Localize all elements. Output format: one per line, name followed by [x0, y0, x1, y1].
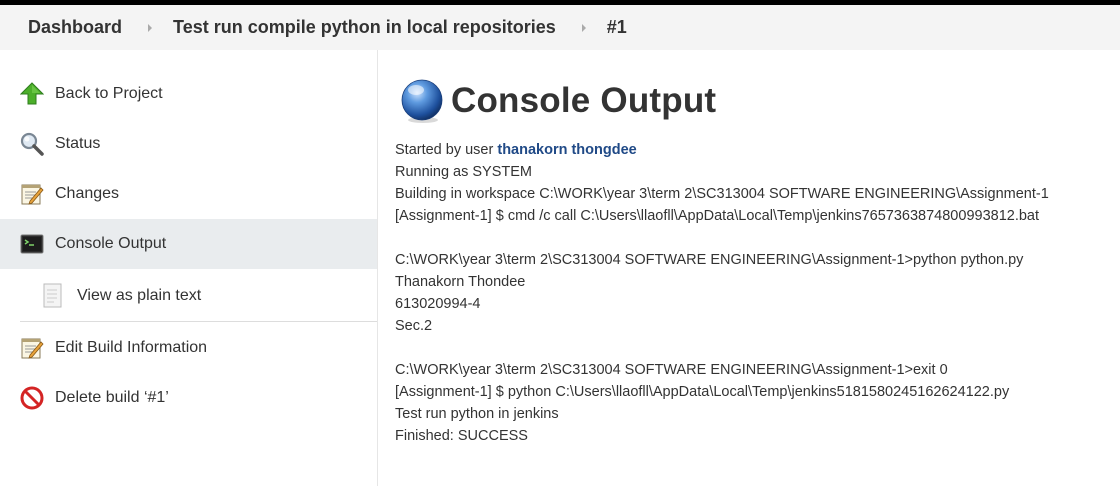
sidebar-item-back-to-project[interactable]: Back to Project — [0, 69, 377, 119]
main-content: Console Output Started by user thanakorn… — [379, 50, 1120, 486]
sidebar: Back to Project Status Changes Console O… — [0, 50, 378, 486]
sidebar-item-label: View as plain text — [77, 287, 202, 304]
breadcrumb: Dashboard Test run compile python in loc… — [0, 5, 1120, 50]
blue-ball-icon — [401, 79, 443, 123]
document-icon — [42, 283, 64, 308]
console-line: Test run python in jenkins — [395, 406, 559, 422]
console-line: Finished: SUCCESS — [395, 428, 528, 444]
sidebar-item-label: Delete build ‘#1’ — [55, 389, 169, 406]
console-line: C:\WORK\year 3\term 2\SC313004 SOFTWARE … — [395, 252, 1024, 268]
sidebar-divider — [20, 321, 377, 322]
breadcrumb-dashboard[interactable]: Dashboard — [28, 17, 122, 38]
console-line: 613020994-4 — [395, 296, 481, 312]
sidebar-item-changes[interactable]: Changes — [0, 169, 377, 219]
breadcrumb-chevron-icon[interactable] — [581, 23, 586, 32]
sidebar-item-label: Back to Project — [55, 85, 163, 102]
sidebar-item-label: Status — [55, 135, 101, 152]
console-line: [Assignment-1] $ cmd /c call C:\Users\ll… — [395, 208, 1040, 224]
sidebar-item-label: Console Output — [55, 235, 167, 252]
console-line: Running as SYSTEM — [395, 164, 533, 180]
console-line: Building in workspace C:\WORK\year 3\ter… — [395, 186, 1049, 202]
breadcrumb-build[interactable]: #1 — [607, 17, 627, 38]
breadcrumb-chevron-icon[interactable] — [148, 23, 153, 32]
sidebar-item-delete-build[interactable]: Delete build ‘#1’ — [0, 373, 377, 423]
sidebar-item-status[interactable]: Status — [0, 119, 377, 169]
started-by-text: Started by user — [395, 142, 498, 158]
console-line: Sec.2 — [395, 318, 433, 334]
console-output: Started by user thanakorn thongdee Runni… — [395, 139, 1115, 447]
sidebar-item-label: Edit Build Information — [55, 339, 208, 356]
console-line: [Assignment-1] $ python C:\Users\llaofll… — [395, 384, 1010, 400]
notepad-icon — [20, 182, 44, 206]
page-header: Console Output — [399, 78, 716, 124]
sidebar-item-edit-build-information[interactable]: Edit Build Information — [0, 323, 377, 373]
sidebar-item-label: Changes — [55, 185, 120, 202]
user-link[interactable]: thanakorn thongdee — [497, 142, 636, 158]
up-arrow-icon — [20, 82, 44, 106]
magnifier-icon — [20, 132, 44, 156]
console-line: Started by user thanakorn thongdee — [395, 139, 1115, 161]
breadcrumb-project[interactable]: Test run compile python in local reposit… — [173, 17, 556, 38]
console-line: C:\WORK\year 3\term 2\SC313004 SOFTWARE … — [395, 362, 948, 378]
sidebar-item-view-plain-text[interactable]: View as plain text — [0, 271, 377, 321]
no-entry-icon — [20, 386, 44, 410]
console-line: Thanakorn Thondee — [395, 274, 526, 290]
notepad-icon — [20, 336, 44, 360]
page-title: Console Output — [451, 81, 717, 120]
terminal-icon — [20, 232, 44, 256]
sidebar-item-console-output[interactable]: Console Output — [0, 219, 377, 269]
